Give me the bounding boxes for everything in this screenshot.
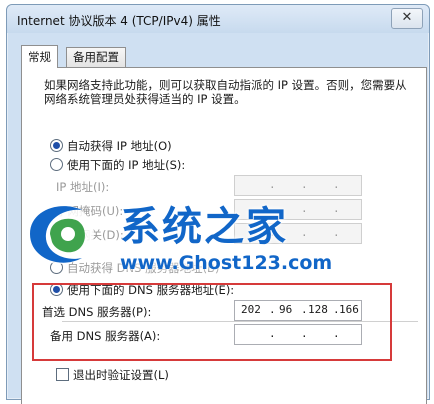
ip-auto-label: 自动获得 IP 地址(O) [67,139,172,153]
ip-address-label: IP 地址(I): [56,180,110,194]
validate-checkbox[interactable] [56,368,69,381]
close-button[interactable]: ✕ [391,8,423,29]
watermark-logo-icon [26,204,94,264]
dns-highlight-box [32,283,392,361]
tab-general[interactable]: 常规 [21,45,58,68]
validate-option[interactable]: 退出时验证设置(L) [56,367,169,383]
description-text: 如果网络支持此功能，则可以获取自动指派的 IP 设置。否则，您需要从网络系统管理… [44,78,407,106]
ip-manual-radio[interactable] [50,158,63,171]
ip-manual-label: 使用下面的 IP 地址(S): [67,158,186,172]
ip-manual-option[interactable]: 使用下面的 IP 地址(S): [50,157,185,173]
window-title: Internet 协议版本 4 (TCP/IPv4) 属性 [17,14,221,28]
title-bar[interactable]: Internet 协议版本 4 (TCP/IPv4) 属性 ✕ [7,5,429,33]
validate-label: 退出时验证设置(L) [73,368,169,382]
ip-auto-radio[interactable] [50,139,63,152]
ip-auto-option[interactable]: 自动获得 IP 地址(O) [50,138,172,154]
ip-address-field[interactable]: . . . [234,175,362,196]
tab-alternate-config[interactable]: 备用配置 [66,47,126,67]
watermark-text: 系统之家 [120,204,288,250]
watermark-url: www.Ghost123.com [120,252,333,274]
